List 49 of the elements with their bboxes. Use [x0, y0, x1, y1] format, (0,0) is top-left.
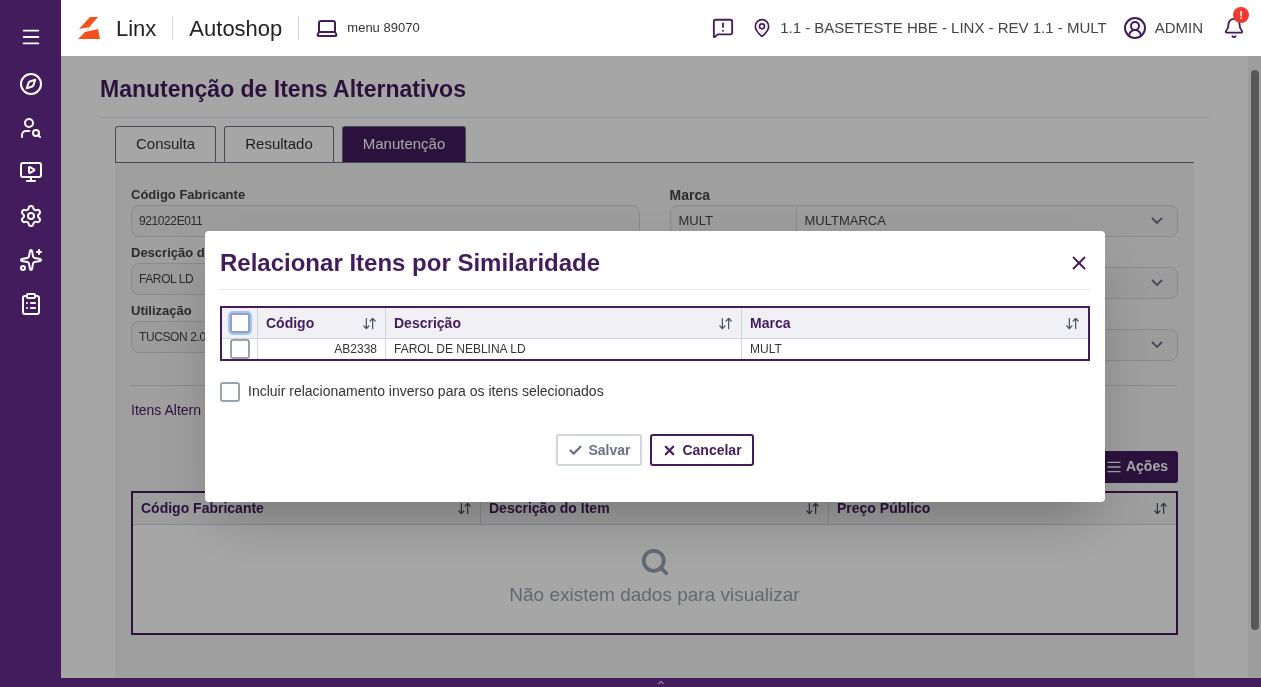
- table-cell-text: AB2338: [333, 341, 378, 358]
- chevron-up-icon[interactable]: [655, 678, 667, 687]
- sort-icon[interactable]: [805, 500, 820, 516]
- sort-icon[interactable]: [457, 500, 472, 516]
- empty-message: Não existem dados para visualizar: [509, 583, 800, 608]
- sort-icon[interactable]: [362, 315, 377, 331]
- sort-icon[interactable]: [1065, 315, 1080, 331]
- field-label: Utilização: [131, 301, 192, 320]
- column-header[interactable]: Marca: [741, 308, 1088, 338]
- user-icon: [1122, 16, 1147, 40]
- search-icon: [639, 547, 670, 578]
- dialog-title: Relacionar Itens por Similaridade: [220, 248, 601, 278]
- tab[interactable]: Consulta: [115, 125, 217, 162]
- monitor-icon[interactable]: [18, 160, 43, 184]
- brand-name: Linx: [116, 14, 157, 43]
- row-checkbox[interactable]: [229, 339, 250, 359]
- chevron-down-icon: [1151, 341, 1163, 348]
- menu-code: menu 89070: [347, 19, 420, 38]
- tab[interactable]: Manutenção: [341, 125, 467, 162]
- checkbox[interactable]: [220, 381, 240, 402]
- column-header[interactable]: Código Fabricante: [133, 492, 480, 524]
- select-all-checkbox[interactable]: [229, 313, 250, 333]
- user-search-icon[interactable]: [18, 116, 43, 140]
- location-text[interactable]: 1.1 - BASETESTE HBE - LINX - REV 1.1 - MULT: [780, 16, 1107, 40]
- section-label: Itens Altern: [131, 400, 202, 420]
- checkbox-label: Incluir relacionamento inverso para os itens selecionados: [248, 382, 604, 401]
- chevron-down-icon: [1151, 279, 1163, 286]
- column-header[interactable]: Código: [258, 308, 385, 338]
- bell-icon[interactable]: [1223, 17, 1245, 39]
- app-name: Autoshop: [189, 14, 283, 43]
- tab[interactable]: Resultado: [224, 125, 334, 162]
- field-label: Descrição d: [131, 243, 205, 262]
- chevron-down-icon: [1151, 217, 1163, 224]
- field-label: Código Fabricante: [131, 185, 246, 204]
- column-header[interactable]: Descrição: [385, 308, 741, 338]
- table-cell: FAROL DE NEBLINA LD: [385, 339, 741, 359]
- feedback-icon[interactable]: [712, 17, 735, 39]
- sort-icon[interactable]: [718, 315, 733, 331]
- page-title: Manutenção de Itens Alternativos: [100, 72, 1209, 118]
- notification-badge: !: [1233, 7, 1249, 23]
- table-cell: MULT: [741, 339, 1088, 359]
- compass-icon[interactable]: [18, 72, 43, 96]
- settings-icon[interactable]: [18, 204, 43, 228]
- logo-icon: [76, 15, 102, 41]
- save-button[interactable]: Salvar: [556, 434, 643, 466]
- field-label: Marca: [669, 185, 710, 205]
- user-name[interactable]: ADMIN: [1154, 16, 1203, 40]
- cancel-button[interactable]: Cancelar: [650, 434, 754, 466]
- sparkles-icon[interactable]: [18, 248, 43, 272]
